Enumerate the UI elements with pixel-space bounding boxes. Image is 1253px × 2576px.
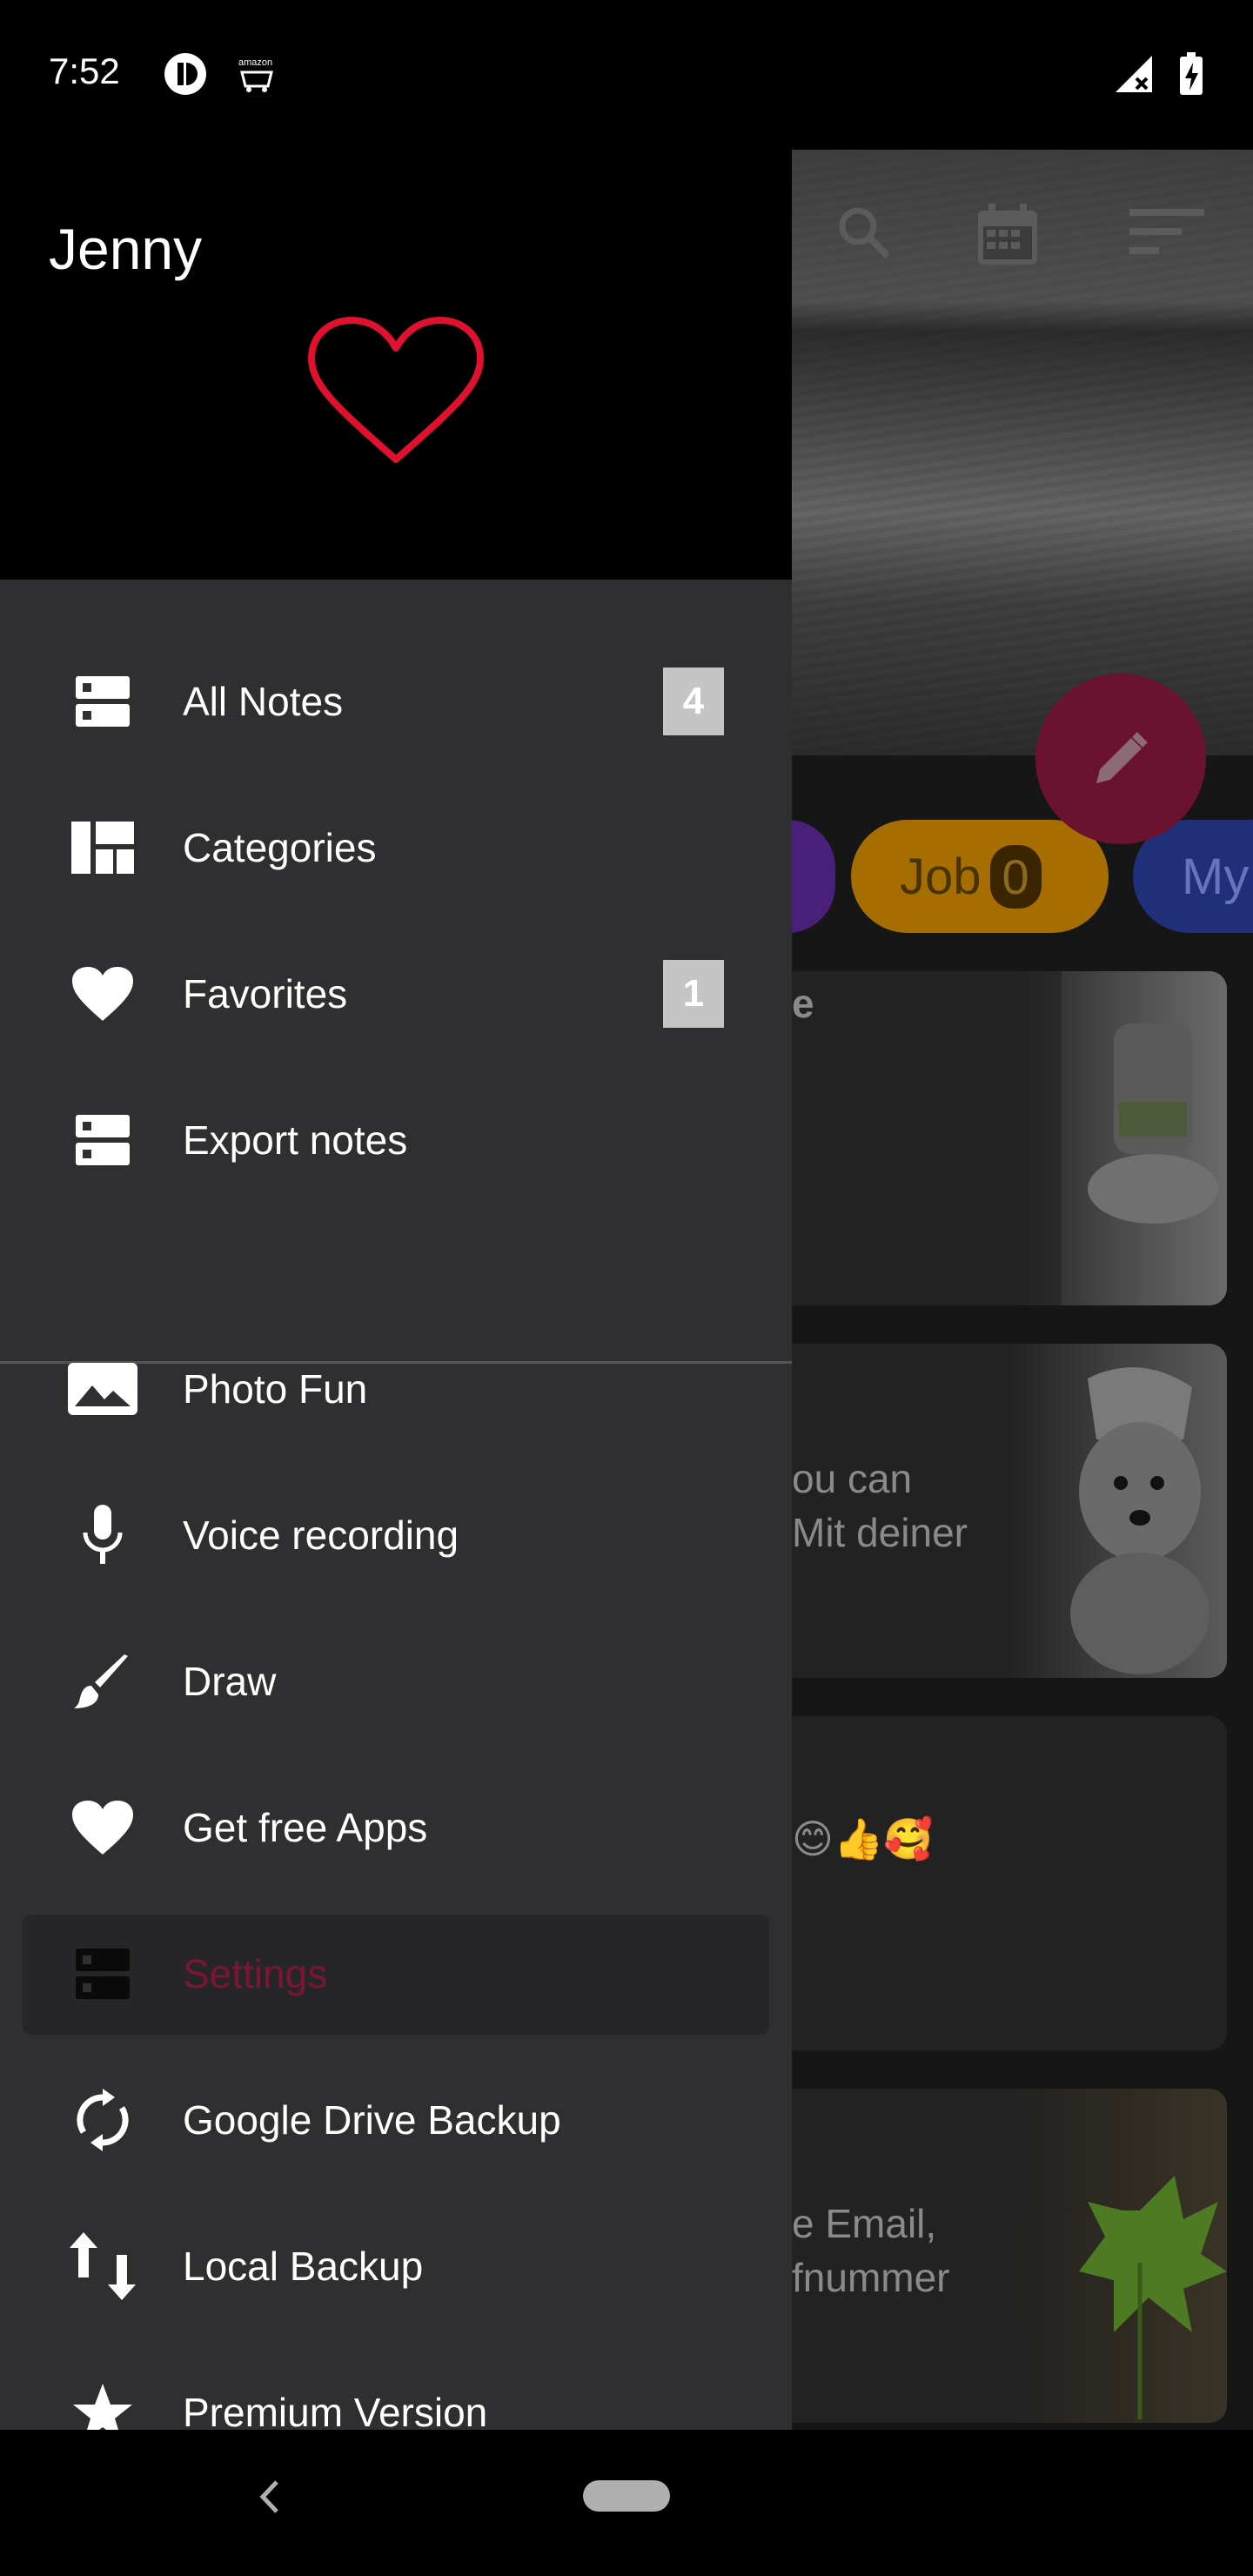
status-time: 7:52 bbox=[49, 50, 120, 91]
app-toolbar bbox=[792, 202, 1253, 280]
favorites-count-badge: 1 bbox=[663, 960, 724, 1028]
sort-icon[interactable] bbox=[1129, 202, 1208, 263]
note-card[interactable]: 😊👍🥰 bbox=[792, 1716, 1227, 2050]
menu-item-label: Draw bbox=[183, 1659, 277, 1704]
back-icon[interactable] bbox=[252, 2475, 287, 2519]
menu-item-all-notes[interactable]: All Notes 4 bbox=[0, 628, 792, 775]
status-right-icons bbox=[1114, 52, 1204, 96]
note-card-text: e bbox=[792, 981, 814, 1026]
search-icon[interactable] bbox=[834, 202, 895, 263]
menu-item-label: Settings bbox=[183, 1951, 328, 1996]
menu-item-label: Categories bbox=[183, 825, 377, 870]
menu-item-label: Export notes bbox=[183, 1117, 408, 1163]
menu-item-label: All Notes bbox=[183, 679, 344, 724]
category-chip-job[interactable]: Job 0 bbox=[851, 820, 1109, 933]
menu-item-categories[interactable]: Categories bbox=[0, 775, 792, 921]
notes-stack-icon bbox=[66, 1937, 139, 2010]
svg-text:amazon: amazon bbox=[238, 57, 272, 68]
chip-count: 0 bbox=[989, 844, 1042, 909]
dashboard-icon bbox=[66, 811, 139, 884]
user-name: Jenny bbox=[49, 217, 203, 281]
menu-item-label: Premium Version bbox=[183, 2390, 488, 2435]
menu-item-label: Google Drive Backup bbox=[183, 2097, 561, 2143]
category-chips: Job 0 My bbox=[792, 820, 1253, 933]
heart-logo-icon bbox=[308, 317, 484, 463]
note-card-text: ou can Mit deiner bbox=[792, 1456, 968, 1555]
amazon-icon: amazon bbox=[238, 57, 273, 92]
brush-icon bbox=[66, 1645, 139, 1718]
chip-label: My bbox=[1182, 848, 1250, 905]
menu-item-label: Voice recording bbox=[183, 1513, 459, 1558]
note-card-image bbox=[1009, 2089, 1227, 2423]
microphone-icon bbox=[66, 1499, 139, 1572]
menu-item-get-free-apps[interactable]: Get free Apps bbox=[0, 1754, 792, 1901]
battery-charging-icon bbox=[1180, 52, 1203, 95]
note-card[interactable]: e Email, fnummer bbox=[792, 2089, 1227, 2423]
heart-icon bbox=[66, 1791, 139, 1864]
menu-item-label: Get free Apps bbox=[183, 1805, 428, 1850]
note-card[interactable]: e bbox=[792, 971, 1227, 1305]
menu-item-voice-recording[interactable]: Voice recording bbox=[0, 1462, 792, 1608]
calendar-icon[interactable] bbox=[975, 202, 1041, 268]
note-card-image bbox=[1009, 1344, 1227, 1678]
note-card-image bbox=[1009, 971, 1227, 1305]
system-nav-bar bbox=[0, 2430, 1253, 2576]
home-pill[interactable] bbox=[583, 2480, 670, 2512]
menu-item-settings[interactable]: Settings bbox=[0, 1901, 792, 2047]
image-icon bbox=[66, 1352, 139, 1426]
status-left-icons: amazon bbox=[164, 52, 280, 96]
menu-item-draw[interactable]: Draw bbox=[0, 1608, 792, 1754]
notes-stack-icon bbox=[66, 1104, 139, 1177]
note-card[interactable]: ou can Mit deiner bbox=[792, 1344, 1227, 1678]
drawer-header: Jenny bbox=[0, 150, 792, 580]
swap-vertical-icon bbox=[66, 2230, 139, 2303]
menu-item-google-drive-backup[interactable]: Google Drive Backup bbox=[0, 2047, 792, 2193]
notes-stack-icon bbox=[66, 665, 139, 738]
sync-icon bbox=[66, 2083, 139, 2157]
no-signal-icon bbox=[1116, 56, 1152, 92]
menu-item-favorites[interactable]: Favorites 1 bbox=[0, 921, 792, 1067]
heart-icon bbox=[66, 957, 139, 1030]
menu-item-label: Favorites bbox=[183, 971, 348, 1016]
background-app: Job 0 My e ou can Mit deiner 😊👍🥰 e Email… bbox=[792, 150, 1253, 2430]
status-bar: 7:52 amazon bbox=[0, 0, 1253, 150]
navigation-drawer: Jenny All Notes 4 Categories Favorites 1 bbox=[0, 150, 792, 2441]
menu-item-local-backup[interactable]: Local Backup bbox=[0, 2193, 792, 2339]
menu-item-label: Local Backup bbox=[183, 2244, 424, 2289]
category-chip[interactable] bbox=[792, 820, 835, 933]
notes-count-badge: 4 bbox=[663, 667, 724, 735]
chip-label: Job bbox=[900, 848, 982, 905]
menu-item-export-notes[interactable]: Export notes bbox=[0, 1067, 792, 1213]
pencil-icon bbox=[1096, 732, 1148, 783]
menu-item-photo-fun[interactable]: Photo Fun bbox=[0, 1316, 792, 1462]
note-card-text: 😊👍🥰 bbox=[792, 1816, 934, 1862]
new-note-fab[interactable] bbox=[1035, 674, 1206, 844]
menu-item-label: Photo Fun bbox=[183, 1366, 368, 1412]
circle-app-icon bbox=[164, 53, 206, 95]
note-card-text: e Email, fnummer bbox=[792, 2201, 950, 2300]
header-beach-image bbox=[792, 150, 1253, 755]
